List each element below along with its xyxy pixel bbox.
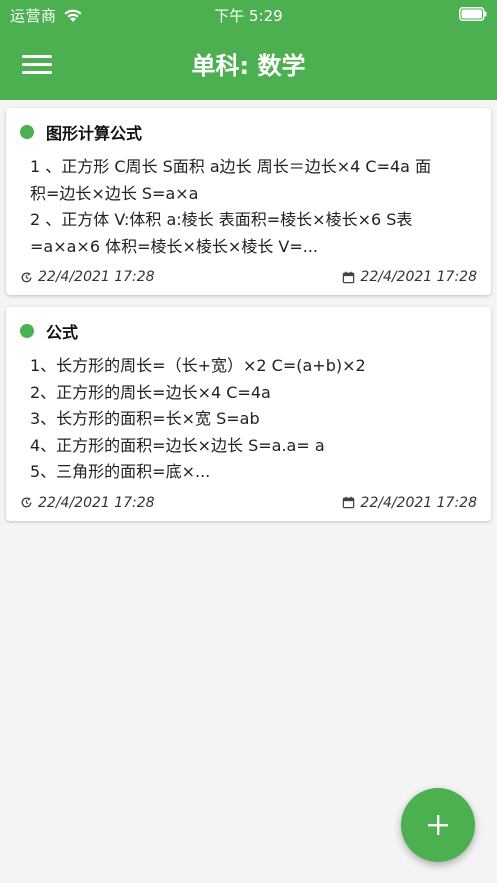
note-line: 积=边长×边长 S=a×a xyxy=(30,183,199,203)
note-line: 3、长方形的面积=长×宽 S=ab xyxy=(30,409,260,428)
modified-time: 22/4/2021 17:28 xyxy=(20,269,155,285)
note-title-row: 图形计算公式 xyxy=(20,120,477,144)
note-line: 2 、正方体 V:体积 a:棱长 表面积=棱长×棱长×6 S表 xyxy=(30,210,413,229)
calendar-icon xyxy=(343,496,355,509)
add-note-button[interactable] xyxy=(401,788,475,862)
page-title: 单科: 数学 xyxy=(191,52,306,80)
note-card[interactable]: 公式 1、长方形的周长=（长+宽）×2 C=(a+b)×2 2、正方形的周长=边… xyxy=(6,307,491,521)
note-meta: 22/4/2021 17:28 22/4/2021 17:28 xyxy=(20,495,477,511)
note-meta: 22/4/2021 17:28 22/4/2021 17:28 xyxy=(20,269,477,285)
history-icon xyxy=(21,271,32,282)
status-bar: 运营商 下午 5:29 xyxy=(0,0,497,28)
calendar-icon xyxy=(343,271,355,283)
notes-list: 图形计算公式 1 、正方形 C周长 S面积 a边长 周长＝边长×4 C=4a 面… xyxy=(6,108,491,533)
note-preview: 1 、正方形 C周长 S面积 a边长 周长＝边长×4 C=4a 面 积=边长×边… xyxy=(20,154,477,260)
created-date: 22/4/2021 17:28 xyxy=(360,494,477,511)
note-line: 5、三角形的面积=底×... xyxy=(30,462,211,481)
app-bar: 运营商 下午 5:29 单科: 数学 xyxy=(0,0,497,100)
note-line: =a×a×6 体积=棱长×棱长×棱长 V=... xyxy=(30,236,319,256)
battery-icon xyxy=(459,7,487,21)
status-time: 下午 5:29 xyxy=(214,7,283,25)
app-screen: 运营商 下午 5:29 单科: 数学 图形计算公式 1 、正方形 C周长 S面积… xyxy=(0,0,497,883)
note-line: 1 、正方形 C周长 S面积 a边长 周长＝边长×4 C=4a 面 xyxy=(30,157,432,176)
modified-time: 22/4/2021 17:28 xyxy=(20,495,155,511)
note-title: 图形计算公式 xyxy=(46,124,143,143)
note-line: 4、正方形的面积=边长×边长 S=a.a= a xyxy=(30,435,325,455)
status-dot-icon xyxy=(20,324,34,338)
created-date: 22/4/2021 17:28 xyxy=(360,269,477,285)
note-preview: 1、长方形的周长=（长+宽）×2 C=(a+b)×2 2、正方形的周长=边长×4… xyxy=(20,353,477,486)
created-time: 22/4/2021 17:28 xyxy=(342,269,477,285)
history-icon xyxy=(21,497,32,508)
note-title: 公式 xyxy=(46,323,79,342)
modified-date: 22/4/2021 17:28 xyxy=(38,269,155,285)
header: 单科: 数学 xyxy=(0,28,497,100)
note-line: 2、正方形的周长=边长×4 C=4a xyxy=(30,382,271,402)
plus-icon xyxy=(428,815,448,835)
note-line: 1、长方形的周长=（长+宽）×2 C=(a+b)×2 xyxy=(30,356,366,375)
created-time: 22/4/2021 17:28 xyxy=(342,495,477,511)
status-dot-icon xyxy=(20,125,34,139)
note-title-row: 公式 xyxy=(20,319,477,343)
modified-date: 22/4/2021 17:28 xyxy=(38,494,155,511)
note-card[interactable]: 图形计算公式 1 、正方形 C周长 S面积 a边长 周长＝边长×4 C=4a 面… xyxy=(6,108,491,295)
